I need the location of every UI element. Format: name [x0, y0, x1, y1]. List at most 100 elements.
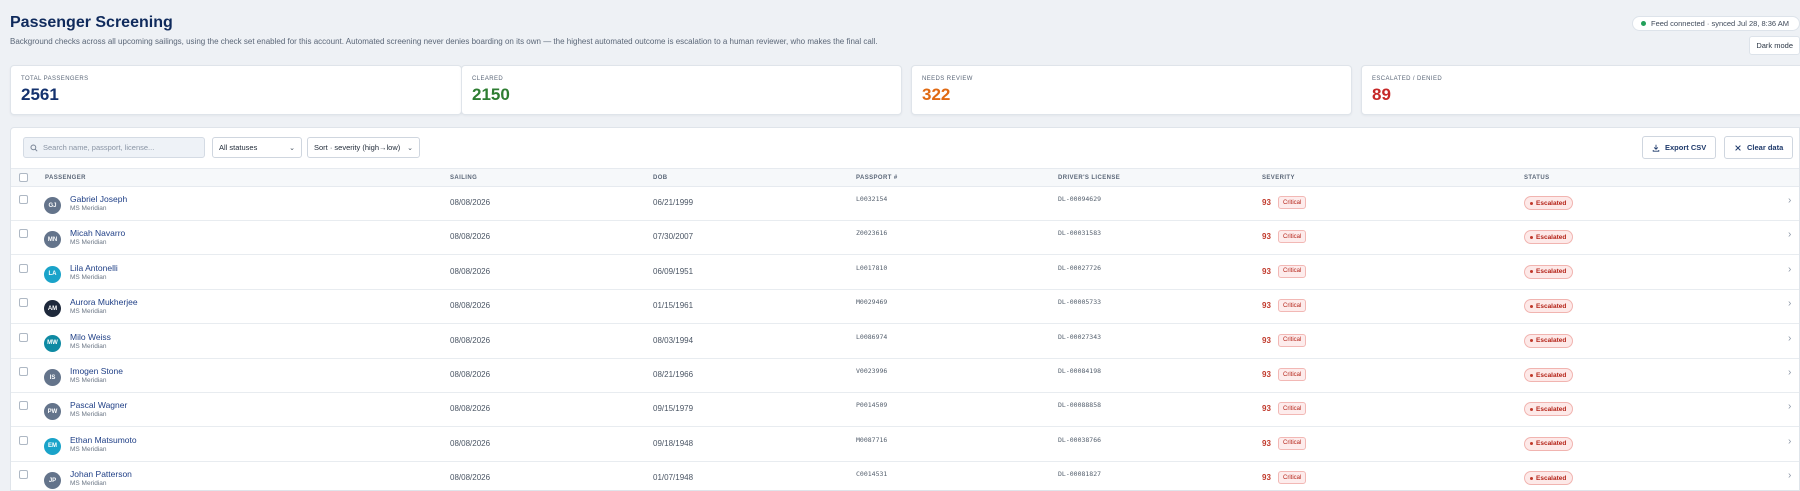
sailing-date: 08/08/2026: [450, 438, 491, 448]
export-csv-button[interactable]: Export CSV: [1642, 136, 1717, 159]
passenger-name[interactable]: Lila Antonelli: [70, 263, 118, 273]
avatar: LA: [44, 265, 61, 283]
date-of-birth: 01/07/1948: [653, 473, 694, 483]
column-header-passenger[interactable]: PASSENGER: [45, 175, 86, 181]
status-badge: Escalated: [1524, 402, 1574, 417]
status-dot-icon: [1530, 407, 1533, 411]
passport-number: M0087716: [856, 435, 888, 444]
status-badge: Escalated: [1524, 264, 1574, 279]
chevron-right-icon[interactable]: ›: [1788, 367, 1791, 378]
sort-select[interactable]: Sort · severity (high→low) ⌄: [307, 137, 420, 158]
search-field[interactable]: [23, 137, 205, 158]
passenger-name[interactable]: Milo Weiss: [70, 332, 111, 342]
table-row[interactable]: AM Aurora Mukherjee MS Meridian 08/08/2026 0…: [11, 290, 1799, 325]
status-filter-select[interactable]: All statuses ⌄: [212, 137, 302, 158]
page-subtitle: Background checks across all upcoming sa…: [10, 37, 878, 46]
passenger-name[interactable]: Ethan Matsumoto: [70, 435, 137, 445]
chevron-right-icon[interactable]: ›: [1788, 298, 1791, 309]
clear-data-button[interactable]: Clear data: [1724, 136, 1794, 159]
passenger-name[interactable]: Pascal Wagner: [70, 400, 127, 410]
passport-number: C0014531: [856, 470, 888, 479]
column-header-status[interactable]: STATUS: [1524, 175, 1550, 181]
page-title: Passenger Screening: [10, 14, 173, 31]
severity-score: 93: [1262, 266, 1271, 276]
severity-badge: Critical: [1278, 299, 1307, 313]
status-label: Escalated: [1536, 268, 1567, 276]
row-checkbox[interactable]: [19, 332, 28, 342]
status-badge: Escalated: [1524, 230, 1574, 245]
column-header-sailing[interactable]: SAILING: [450, 175, 477, 181]
table-row[interactable]: JP Johan Patterson MS Meridian 08/08/2026 01…: [11, 462, 1799, 490]
column-header-passport[interactable]: PASSPORT #: [856, 175, 898, 181]
row-checkbox[interactable]: [19, 298, 28, 308]
column-header-drivers-license[interactable]: DRIVER'S LICENSE: [1058, 175, 1120, 181]
table-row[interactable]: PW Pascal Wagner MS Meridian 08/08/2026 09/1…: [11, 393, 1799, 428]
status-dot-icon: [1530, 304, 1533, 308]
chevron-right-icon[interactable]: ›: [1788, 333, 1791, 344]
status-label: Escalated: [1536, 302, 1567, 310]
drivers-license-number: DL-00027726: [1058, 263, 1102, 272]
column-header-severity[interactable]: SEVERITY: [1262, 175, 1295, 181]
chevron-right-icon[interactable]: ›: [1788, 436, 1791, 447]
passenger-name[interactable]: Micah Navarro: [70, 228, 125, 238]
chevron-right-icon[interactable]: ›: [1788, 264, 1791, 275]
passport-number: L0086974: [856, 332, 888, 341]
column-header-dob[interactable]: DOB: [653, 175, 668, 181]
severity-score: 93: [1262, 301, 1271, 311]
sailing-date: 08/08/2026: [450, 198, 491, 207]
passenger-name[interactable]: Aurora Mukherjee: [70, 297, 138, 307]
connected-dot-icon: [1641, 21, 1646, 26]
table-row[interactable]: MW Milo Weiss MS Meridian 08/08/2026 08/03/1…: [11, 325, 1799, 359]
row-checkbox[interactable]: [19, 470, 28, 480]
stat-card-cleared: CLEARED 2150: [461, 65, 902, 115]
row-checkbox[interactable]: [19, 401, 28, 411]
table-row[interactable]: MN Micah Navarro MS Meridian 08/08/2026 07/3…: [11, 221, 1799, 256]
table-row[interactable]: LA Lila Antonelli MS Meridian 08/08/2026 06/…: [11, 256, 1799, 290]
table-row[interactable]: GJ Gabriel Joseph MS Meridian 08/08/2026 06/…: [11, 187, 1799, 221]
severity-score: 93: [1262, 473, 1271, 483]
chevron-right-icon[interactable]: ›: [1788, 470, 1791, 481]
stat-label: CLEARED: [472, 76, 504, 82]
close-icon: [1735, 144, 1741, 151]
avatar: PW: [44, 403, 61, 421]
select-all-checkbox[interactable]: [19, 173, 28, 182]
status-badge: Escalated: [1524, 471, 1574, 486]
passport-number: L0017810: [856, 263, 888, 272]
date-of-birth: 09/15/1979: [653, 404, 694, 414]
severity-badge: Critical: [1278, 368, 1307, 381]
search-input[interactable]: [43, 143, 193, 152]
download-icon: [1652, 144, 1660, 152]
severity-score: 93: [1262, 198, 1271, 207]
passport-number: V0023996: [856, 367, 888, 375]
stat-value: 2150: [472, 85, 510, 104]
status-dot-icon: [1530, 201, 1533, 205]
status-badge: Escalated: [1524, 196, 1574, 210]
status-badge: Escalated: [1524, 333, 1574, 348]
table-row[interactable]: EM Ethan Matsumoto MS Meridian 08/08/2026 09…: [11, 428, 1799, 462]
sailing-date: 08/08/2026: [450, 335, 491, 345]
avatar: MW: [44, 334, 61, 352]
severity-badge: Critical: [1278, 402, 1307, 416]
passenger-name[interactable]: Imogen Stone: [70, 366, 123, 376]
sync-status-pill: Feed connected · synced Jul 28, 8:36 AM: [1632, 16, 1800, 31]
dark-mode-button[interactable]: Dark mode: [1749, 36, 1800, 55]
chevron-right-icon[interactable]: ›: [1788, 401, 1791, 412]
row-checkbox[interactable]: [19, 263, 28, 273]
table-row[interactable]: IS Imogen Stone MS Meridian 08/08/2026 08/21…: [11, 359, 1799, 393]
row-checkbox[interactable]: [19, 435, 28, 445]
chevron-right-icon[interactable]: ›: [1788, 229, 1791, 240]
passenger-name[interactable]: Gabriel Joseph: [70, 194, 127, 204]
status-dot-icon: [1530, 235, 1533, 239]
search-icon: [30, 143, 38, 152]
sailing-date: 08/08/2026: [450, 232, 491, 242]
row-checkbox[interactable]: [19, 229, 28, 239]
row-checkbox[interactable]: [19, 195, 28, 204]
passenger-ship: MS Meridian: [70, 342, 107, 350]
chevron-right-icon[interactable]: ›: [1788, 195, 1791, 206]
passenger-name[interactable]: Johan Patterson: [70, 469, 132, 479]
avatar: AM: [44, 300, 61, 318]
drivers-license-number: DL-00038766: [1058, 435, 1102, 444]
drivers-license-number: DL-00005733: [1058, 298, 1102, 307]
row-checkbox[interactable]: [19, 367, 28, 376]
date-of-birth: 01/15/1961: [653, 301, 694, 311]
